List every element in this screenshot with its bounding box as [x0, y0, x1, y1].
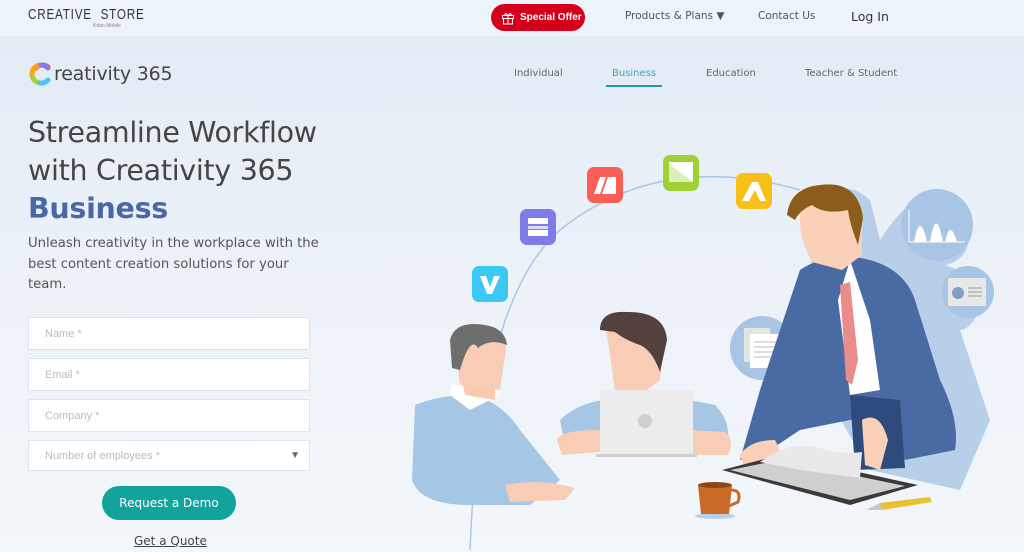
tab-individual[interactable]: Individual: [514, 68, 563, 85]
image-app-icon: [663, 155, 699, 191]
report-bubble: [942, 266, 994, 318]
hero-title-accent: Business: [28, 192, 168, 225]
gift-icon: [502, 12, 514, 24]
creative-store-logo[interactable]: CREATIVE STORE Kdan Mobile: [28, 6, 177, 29]
creativity-logo-icon: [29, 62, 51, 86]
dropdown-arrow-icon: ▼: [290, 450, 300, 461]
get-quote-link[interactable]: Get a Quote: [134, 534, 207, 548]
store-subtitle: Kdan Mobile: [93, 23, 121, 29]
animation-app-icon: [736, 173, 772, 209]
top-header: CREATIVE STORE Kdan Mobile Special Offer…: [0, 0, 1024, 37]
notes-app-icon: [587, 167, 623, 203]
hero-title-line2: with Creativity 365: [28, 154, 294, 187]
company-field[interactable]: [28, 399, 310, 432]
products-plans-menu[interactable]: Products & Plans ▼: [625, 10, 724, 22]
name-field[interactable]: [28, 317, 310, 350]
coffee-mug-icon: [695, 482, 741, 519]
name-input[interactable]: [45, 327, 309, 340]
log-in-link[interactable]: Log In: [851, 9, 889, 24]
email-field[interactable]: [28, 358, 310, 391]
special-offer-label: Special Offer: [520, 12, 582, 23]
tab-education[interactable]: Education: [706, 68, 756, 85]
contact-us-link[interactable]: Contact Us: [758, 10, 815, 22]
chart-bubble: [901, 189, 973, 261]
company-input[interactable]: [45, 409, 309, 422]
creativity-365-brand[interactable]: reativity 365: [28, 61, 173, 87]
email-input[interactable]: [45, 368, 309, 381]
man-middle: [557, 311, 731, 457]
hero-title-line1: Streamline Workflow: [28, 116, 317, 149]
request-demo-button[interactable]: Request a Demo: [102, 486, 236, 520]
hero-title: Streamline Workflow with Creativity 365 …: [28, 114, 368, 228]
tab-business[interactable]: Business: [606, 68, 663, 87]
pen: [866, 497, 932, 510]
employees-placeholder: Number of employees *: [45, 449, 160, 462]
video-app-icon: [472, 266, 508, 302]
man-left: [412, 324, 575, 505]
brand-name: reativity 365: [54, 63, 173, 85]
special-offer-button[interactable]: Special Offer: [491, 4, 585, 31]
store-name: CREATIVE STORE: [28, 6, 145, 23]
tab-teacher-student[interactable]: Teacher & Student: [805, 68, 897, 85]
hero-subtitle: Unleash creativity in the workplace with…: [28, 236, 319, 292]
business-illustration: [412, 155, 994, 551]
employees-select[interactable]: Number of employees * ▼: [28, 440, 310, 471]
slides-app-icon: [520, 209, 556, 245]
